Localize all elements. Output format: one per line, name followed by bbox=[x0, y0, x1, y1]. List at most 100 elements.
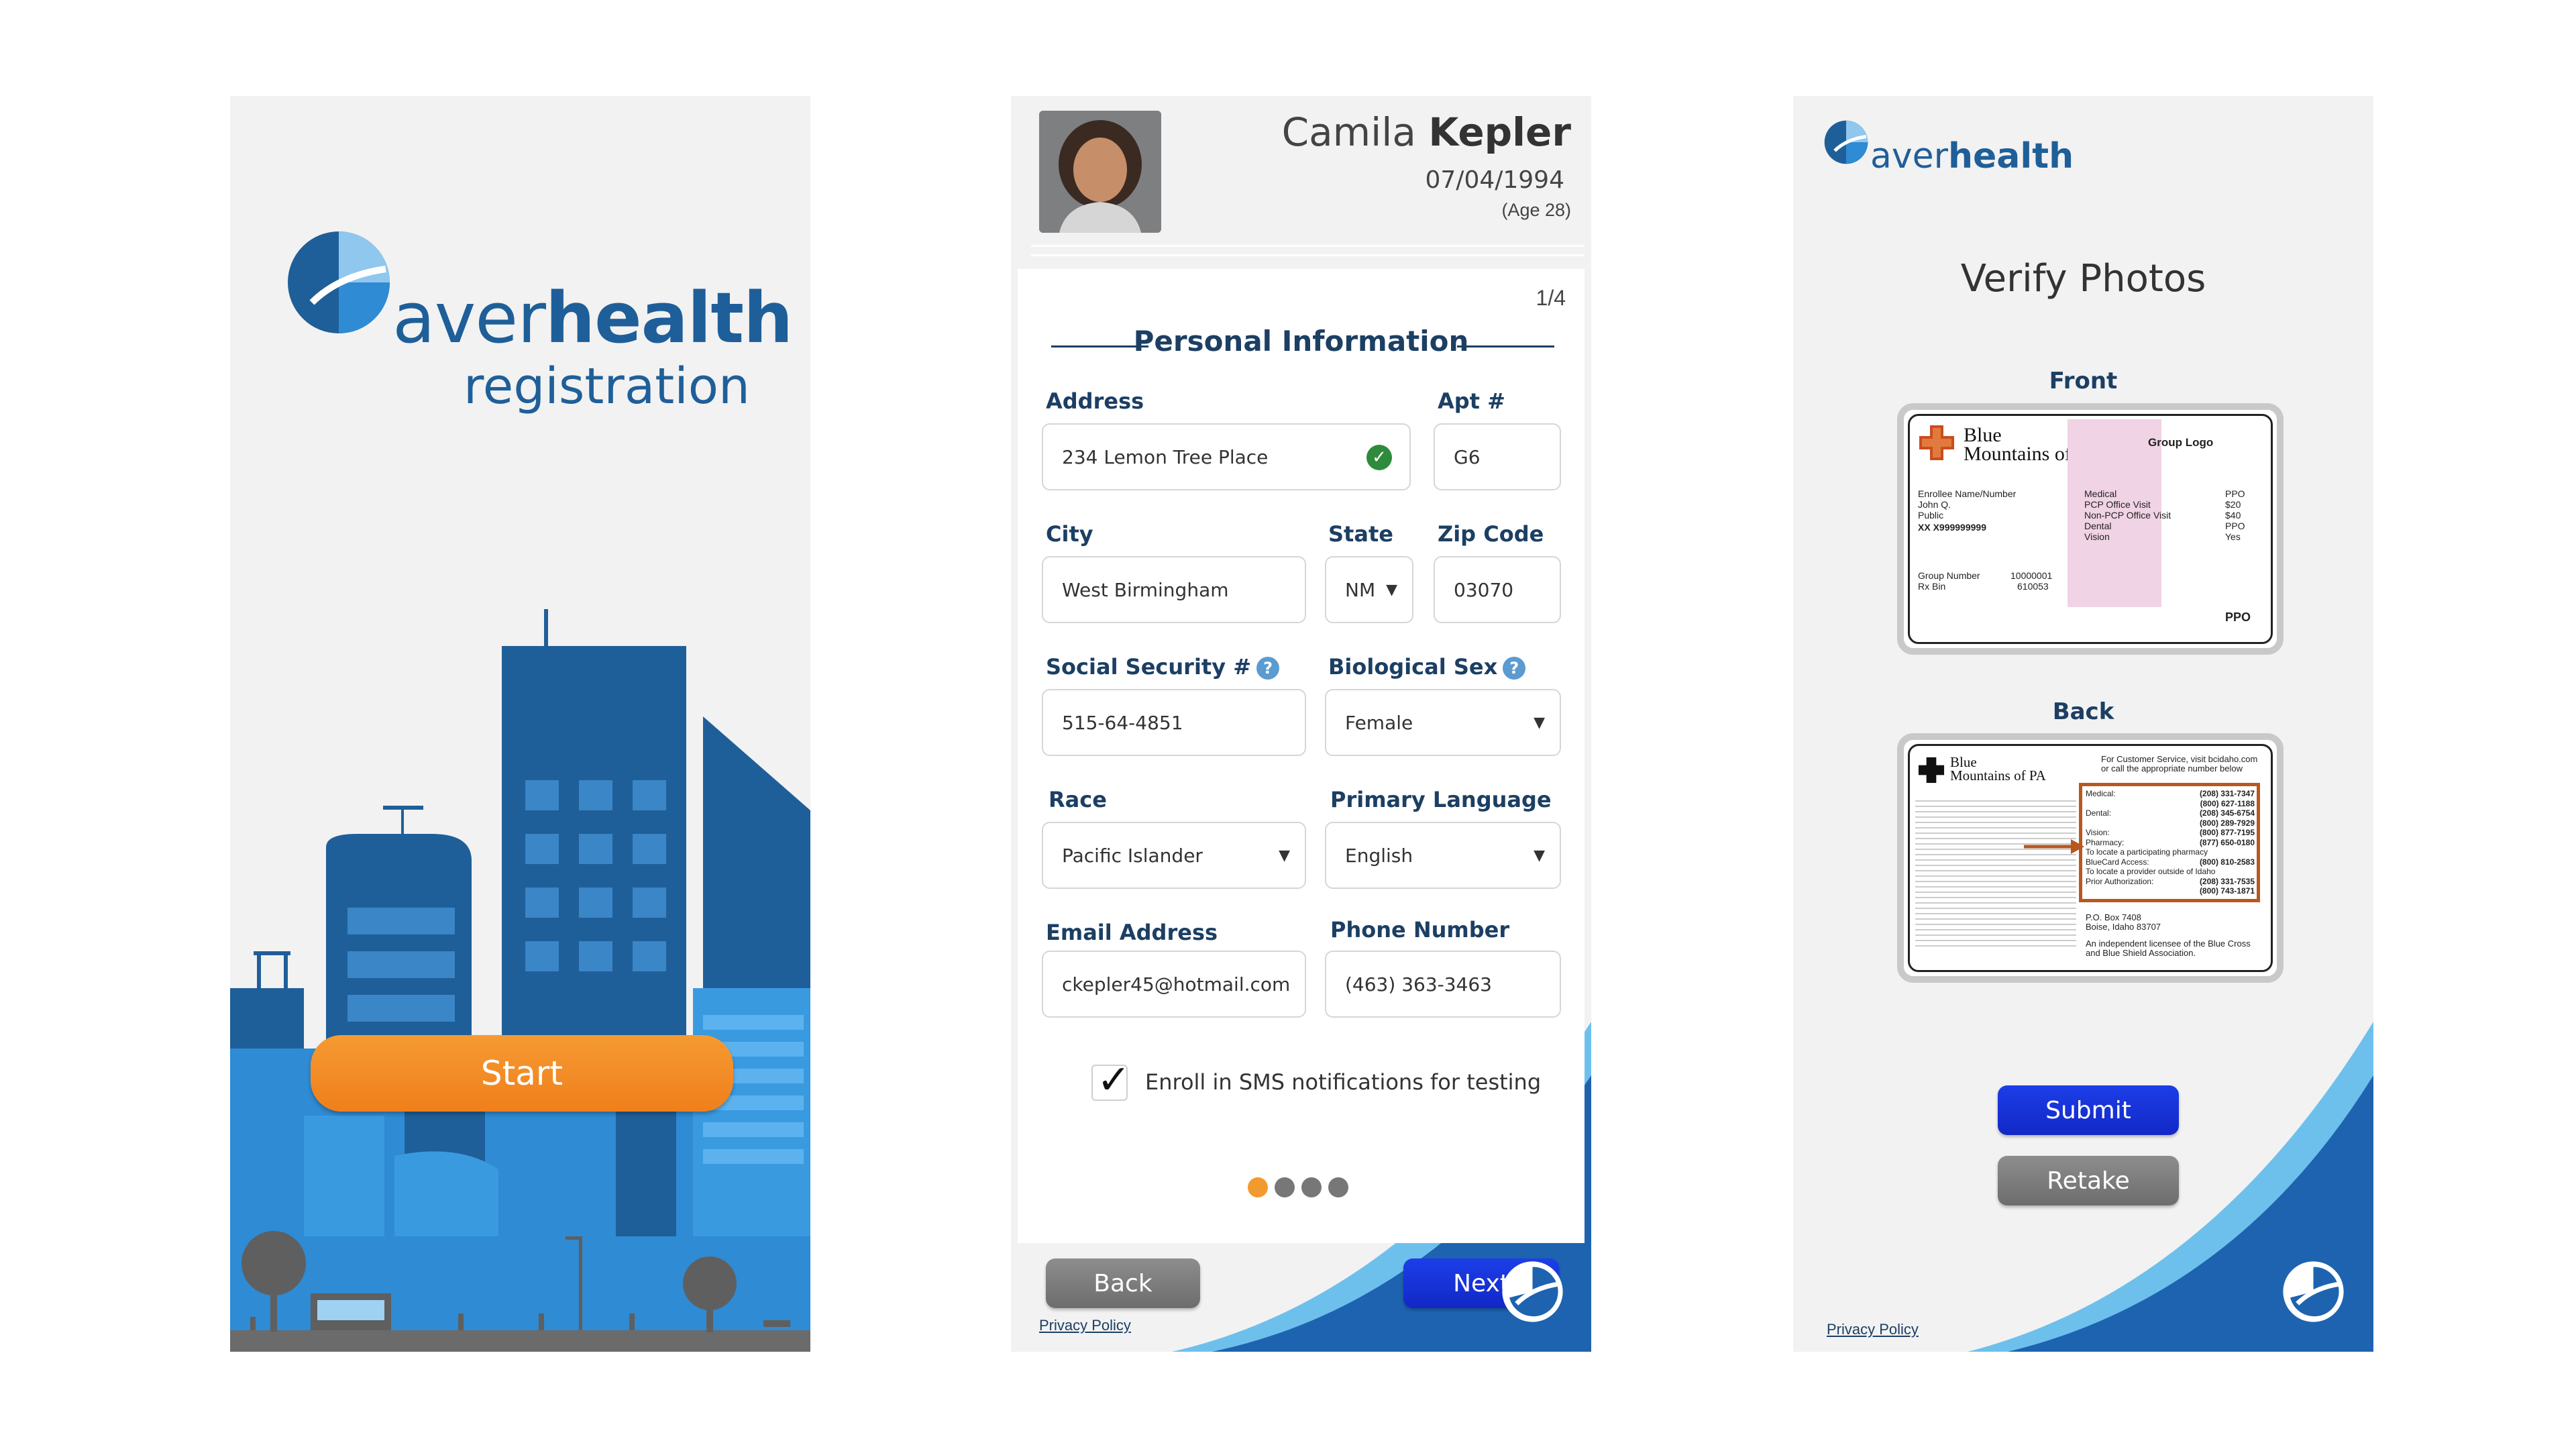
checkmark-icon: ✓ bbox=[1097, 1057, 1131, 1102]
benefit-value: $40 bbox=[2225, 510, 2241, 521]
step-dot bbox=[1275, 1177, 1295, 1197]
card-address-1: P.O. Box 7408 bbox=[2086, 912, 2141, 922]
sms-label: Enroll in SMS notifications for testing bbox=[1145, 1069, 1542, 1095]
email-field[interactable]: ckepler45@hotmail.com bbox=[1042, 951, 1306, 1018]
sex-label: Biological Sex? bbox=[1328, 654, 1526, 680]
averhealth-logo-icon bbox=[1824, 120, 1868, 164]
retake-button[interactable]: Retake bbox=[1998, 1156, 2179, 1205]
race-label: Race bbox=[1049, 787, 1107, 812]
arrow-right-icon bbox=[2024, 839, 2084, 854]
averhealth-logo-icon bbox=[1502, 1261, 1563, 1322]
race-select[interactable]: Pacific Islander ▼ bbox=[1042, 822, 1306, 889]
card-address-2: Boise, Idaho 83707 bbox=[2086, 922, 2161, 932]
rx-bin-label: Rx Bin bbox=[1918, 581, 1946, 592]
email-label: Email Address bbox=[1046, 920, 1218, 945]
address-label: Address bbox=[1046, 388, 1144, 414]
phone-label: Phone Number bbox=[1330, 917, 1510, 943]
chevron-down-icon: ▼ bbox=[1386, 582, 1397, 598]
phone-row: Prior Authorization: (208) 331-7535 bbox=[2086, 876, 2255, 886]
state-label: State bbox=[1328, 521, 1393, 547]
enrollee-id: XX X999999999 bbox=[1918, 522, 1986, 533]
fine-print bbox=[1915, 796, 2076, 951]
phone-row: To locate a provider outside of Idaho bbox=[2086, 867, 2216, 876]
front-label: Front bbox=[2049, 368, 2118, 394]
step-dot bbox=[1248, 1177, 1268, 1197]
benefit-value: $20 bbox=[2225, 499, 2241, 510]
start-button[interactable]: Start bbox=[311, 1035, 733, 1112]
rx-bin: 610053 bbox=[2017, 581, 2049, 592]
form-card: 1/4 Personal Information Address 234 Lem… bbox=[1018, 269, 1585, 1308]
apt-label: Apt # bbox=[1438, 388, 1505, 414]
help-icon[interactable]: ? bbox=[1256, 657, 1280, 680]
enrollee-first: John Q. bbox=[1918, 499, 1951, 510]
card-back-photo[interactable]: Blue Mountains of PA For Customer Service… bbox=[1897, 733, 2284, 983]
phone-row: (800) 743-1871 bbox=[2199, 886, 2255, 896]
card-front-photo[interactable]: Blue Mountains of PA Group Logo Enrollee … bbox=[1897, 403, 2284, 655]
card-licensee: An independent licensee of the Blue Cros… bbox=[2086, 938, 2251, 958]
phone-row: BlueCard Access: (800) 810-2583 bbox=[2086, 857, 2255, 867]
verify-photos-screen: averhealth Verify Photos Front Blue Mount… bbox=[1793, 96, 2373, 1352]
chevron-down-icon: ▼ bbox=[1279, 847, 1290, 864]
address-field[interactable]: 234 Lemon Tree Place ✓ bbox=[1042, 423, 1411, 490]
language-select[interactable]: English ▼ bbox=[1325, 822, 1561, 889]
help-icon[interactable]: ? bbox=[1503, 657, 1526, 680]
step-dot bbox=[1301, 1177, 1322, 1197]
zip-label: Zip Code bbox=[1438, 521, 1544, 547]
step-dot bbox=[1328, 1177, 1348, 1197]
state-select[interactable]: NM ▼ bbox=[1325, 556, 1413, 623]
benefit-value: PPO bbox=[2225, 488, 2245, 499]
chevron-down-icon: ▼ bbox=[1534, 847, 1545, 864]
phone-row: Medical: (208) 331-7347 bbox=[2086, 789, 2255, 798]
averhealth-logo-icon bbox=[2283, 1261, 2344, 1322]
ssn-field[interactable]: 515-64-4851 bbox=[1042, 689, 1306, 756]
service-line: For Customer Service, visit bcidaho.com bbox=[2101, 754, 2258, 764]
submit-button[interactable]: Submit bbox=[1998, 1085, 2179, 1135]
group-number: 10000001 bbox=[2010, 570, 2053, 581]
step-counter: 1/4 bbox=[1536, 286, 1566, 310]
phone-row: Dental: (208) 345-6754 bbox=[2086, 808, 2255, 818]
benefit-name: Vision bbox=[2084, 531, 2110, 542]
phone-row: (800) 627-1188 bbox=[2200, 798, 2255, 808]
registration-start-screen: averhealth registration Start bbox=[230, 96, 810, 1352]
sms-checkbox[interactable]: ✓ bbox=[1091, 1057, 1130, 1102]
valid-check-icon: ✓ bbox=[1366, 445, 1392, 470]
privacy-policy-link[interactable]: Privacy Policy bbox=[1827, 1321, 1919, 1338]
city-label: City bbox=[1046, 521, 1093, 547]
back-label: Back bbox=[2052, 698, 2114, 725]
brand-wordmark: averhealth bbox=[1870, 136, 2074, 176]
phone-row: (800) 289-7929 bbox=[2199, 818, 2255, 828]
personal-information-screen: Camila Kepler 07/04/1994 (Age 28) 1/4 Pe… bbox=[1011, 96, 1591, 1352]
back-button[interactable]: Back bbox=[1046, 1258, 1200, 1308]
apt-field[interactable]: G6 bbox=[1434, 423, 1561, 490]
ssn-label: Social Security #? bbox=[1046, 654, 1280, 680]
language-label: Primary Language bbox=[1330, 787, 1552, 812]
phone-row: Vision: (800) 877-7195 bbox=[2086, 828, 2255, 837]
cross-logo-icon bbox=[1919, 425, 1954, 460]
app-subtitle: registration bbox=[464, 358, 750, 415]
service-line-2: or call the appropriate number below bbox=[2101, 763, 2243, 773]
benefit-name: Dental bbox=[2084, 521, 2112, 531]
brand-wordmark: averhealth bbox=[392, 277, 793, 359]
phone-field[interactable]: (463) 363-3463 bbox=[1325, 951, 1561, 1018]
insurer-name: Blue Mountains of PA bbox=[1950, 754, 2046, 784]
chevron-down-icon: ▼ bbox=[1534, 714, 1545, 731]
ppo-badge: PPO bbox=[2225, 610, 2251, 624]
benefit-value: PPO bbox=[2225, 521, 2245, 531]
enrollee-label: Enrollee Name/Number bbox=[1918, 488, 2017, 499]
benefit-value: Yes bbox=[2225, 531, 2241, 542]
privacy-policy-link[interactable]: Privacy Policy bbox=[1039, 1317, 1131, 1334]
benefit-name: PCP Office Visit bbox=[2084, 499, 2151, 510]
group-logo-text: Group Logo bbox=[2148, 436, 2214, 449]
benefit-name: Medical bbox=[2084, 488, 2117, 499]
page-title: Verify Photos bbox=[1960, 257, 2206, 301]
enrollee-last: Public bbox=[1918, 510, 1944, 521]
group-number-label: Group Number bbox=[1918, 570, 1980, 581]
sex-select[interactable]: Female ▼ bbox=[1325, 689, 1561, 756]
phone-row: Pharmacy: (877) 650-0180 bbox=[2086, 837, 2255, 847]
averhealth-logo-icon bbox=[288, 231, 390, 333]
phone-row: To locate a participating pharmacy bbox=[2086, 847, 2208, 857]
section-title: Personal Information bbox=[1133, 325, 1469, 358]
zip-field[interactable]: 03070 bbox=[1434, 556, 1561, 623]
city-field[interactable]: West Birmingham bbox=[1042, 556, 1306, 623]
benefit-name: Non-PCP Office Visit bbox=[2084, 510, 2171, 521]
